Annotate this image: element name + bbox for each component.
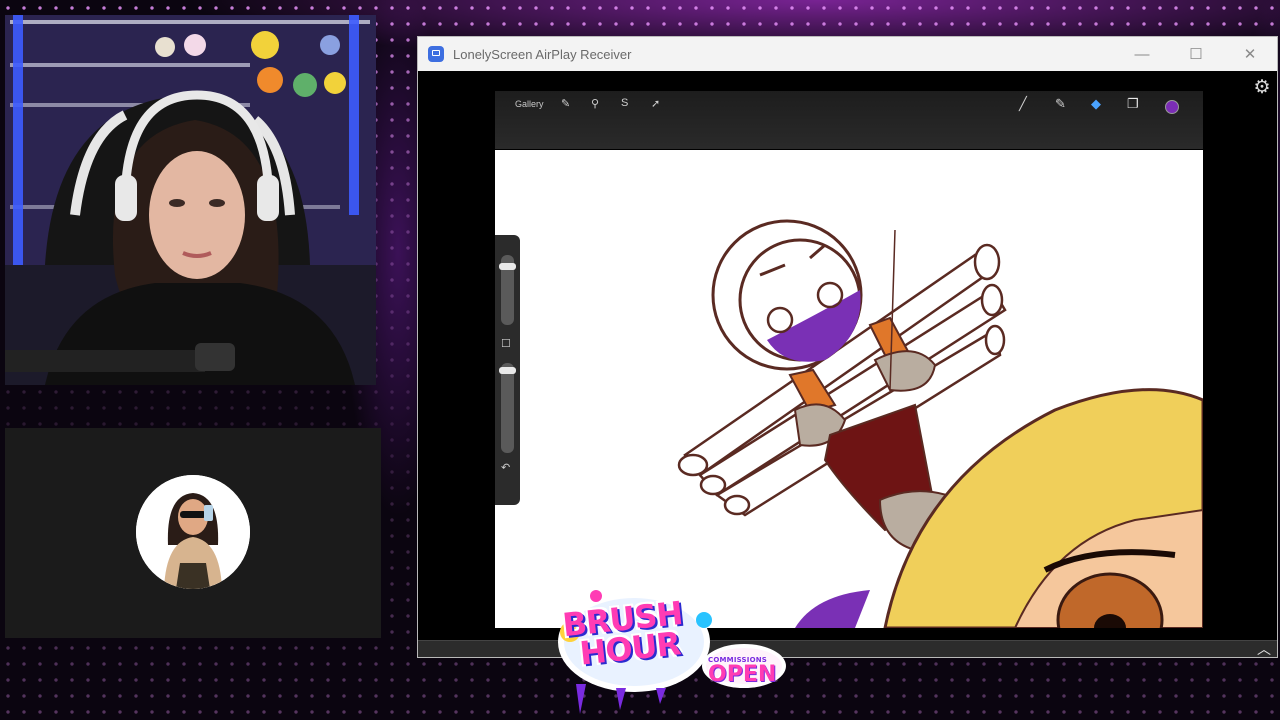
wrench-icon[interactable]: ✎: [561, 97, 570, 110]
open-badge: OPEN: [708, 662, 777, 687]
airplay-app-icon: [428, 46, 444, 62]
close-button[interactable]: ✕: [1223, 37, 1277, 71]
logo-line-2: HOUR: [577, 624, 682, 673]
brush-hour-logo: BRUSH HOUR COMMISSIONS OPEN: [556, 584, 796, 720]
procreate-sidebar: ☐ ↶: [495, 235, 520, 505]
undo-icon[interactable]: ↶: [501, 461, 510, 474]
airplay-window: LonelyScreen AirPlay Receiver — ☐ ✕ ⚙ Ga…: [417, 36, 1278, 658]
webcam-feed: [5, 15, 376, 385]
modify-button[interactable]: ☐: [501, 337, 511, 350]
drawing-canvas[interactable]: [495, 150, 1203, 628]
minimize-button[interactable]: —: [1115, 37, 1169, 71]
procreate-toolbar: Gallery ✎ ⚲ S ➚ ╱ ✎ ◆ ❐: [495, 91, 1203, 149]
gallery-button[interactable]: Gallery: [515, 99, 544, 109]
transform-icon[interactable]: ➚: [651, 97, 660, 110]
window-title: LonelyScreen AirPlay Receiver: [453, 46, 632, 62]
color-picker[interactable]: [1165, 100, 1179, 114]
brush-size-thumb[interactable]: [499, 263, 516, 270]
opacity-slider[interactable]: [501, 363, 514, 453]
chevron-up-icon[interactable]: ︿: [1257, 639, 1271, 659]
avatar: [136, 475, 250, 589]
layers-icon[interactable]: ❐: [1127, 96, 1139, 112]
logo-title: BRUSH HOUR: [561, 594, 686, 673]
title-bar[interactable]: LonelyScreen AirPlay Receiver — ☐ ✕: [418, 37, 1277, 71]
gear-icon[interactable]: ⚙: [1251, 77, 1273, 99]
magic-wand-icon[interactable]: ⚲: [591, 97, 599, 110]
window-controls: — ☐ ✕: [1115, 37, 1277, 71]
window-bottom-bar: ︿: [418, 640, 1277, 657]
smudge-icon[interactable]: ✎: [1055, 96, 1066, 112]
maximize-button[interactable]: ☐: [1169, 37, 1223, 71]
selection-icon[interactable]: S: [621, 97, 628, 109]
brush-icon[interactable]: ╱: [1019, 96, 1027, 112]
avatar-panel: [5, 428, 381, 638]
eraser-icon[interactable]: ◆: [1091, 96, 1101, 112]
opacity-thumb[interactable]: [499, 367, 516, 374]
